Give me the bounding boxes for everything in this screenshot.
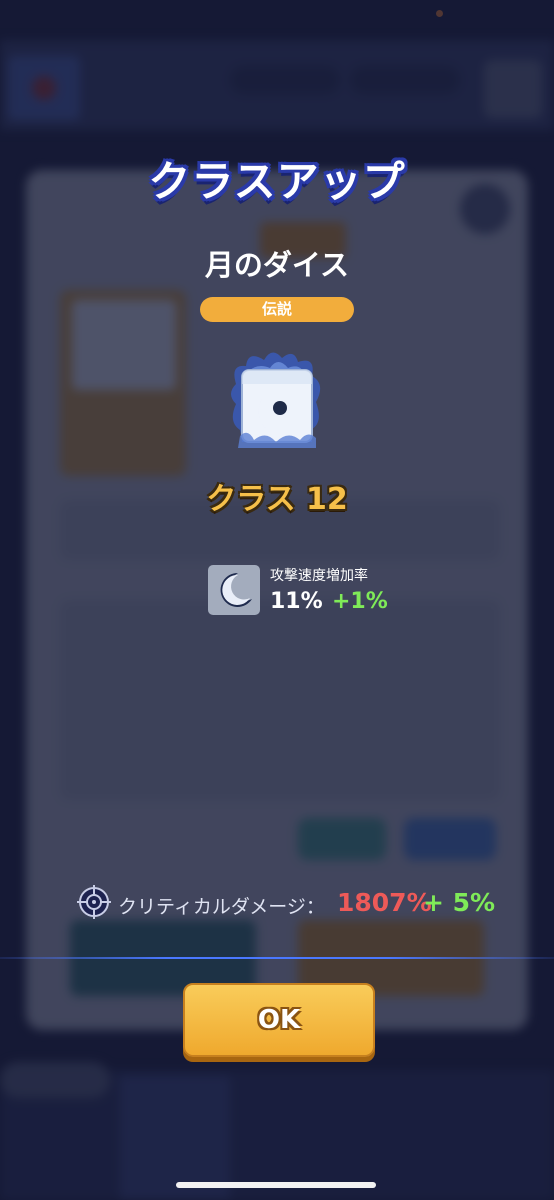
- crit-damage-label: クリティカルダメージ：: [118, 896, 325, 918]
- stat-value: 11%: [270, 589, 323, 614]
- crescent-moon-icon: [208, 565, 260, 615]
- stat-bonus: +1%: [332, 589, 388, 614]
- divider: [0, 957, 554, 959]
- crosshair-icon: [77, 885, 111, 919]
- crit-damage-value: 1807%: [337, 888, 432, 917]
- modal-title: クラスアップ: [148, 157, 406, 206]
- moon-dice-icon: [231, 352, 321, 448]
- home-indicator[interactable]: [176, 1182, 376, 1188]
- crit-damage-bonus: + 5%: [423, 888, 496, 917]
- rarity-badge: 伝説: [200, 297, 354, 322]
- class-level-label: クラス 12: [206, 482, 348, 517]
- dice-name: 月のダイス: [204, 248, 350, 282]
- stat-name: 攻撃速度増加率: [270, 568, 368, 584]
- ok-button[interactable]: OK: [183, 983, 375, 1057]
- class-up-modal: クラスアップ 月のダイス 伝説 クラス 12 攻撃速度増加率 11% +1% ク…: [0, 0, 554, 1200]
